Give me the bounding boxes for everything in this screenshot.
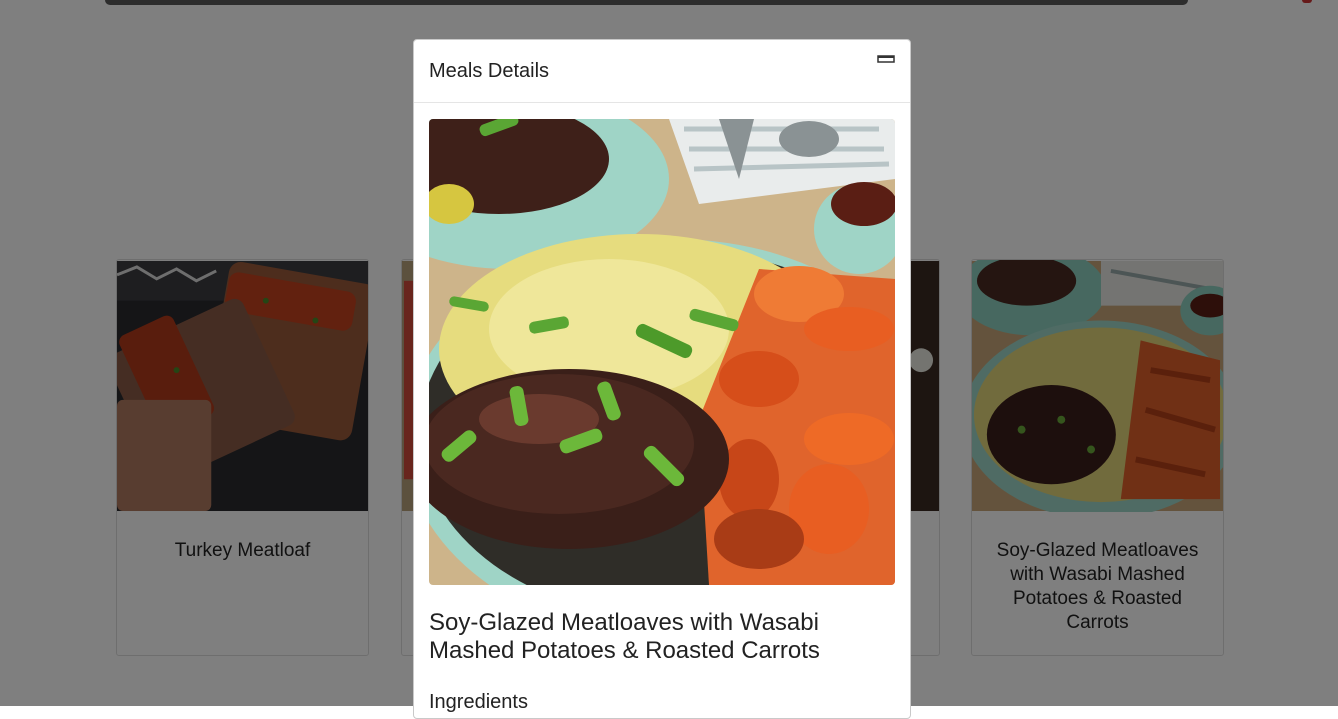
modal-header: Meals Details [414,40,910,103]
modal-body: Soy-Glazed Meatloaves with Wasabi Mashed… [414,103,910,714]
meal-name: Soy-Glazed Meatloaves with Wasabi Mashed… [429,609,820,664]
modal-title: Meals Details [429,60,550,82]
meal-details-modal: Meals Details Soy-Glazed Meatloaves with… [413,39,911,719]
close-icon[interactable] [877,54,895,64]
ingredients-heading: Ingredients [429,691,528,713]
meal-image [429,119,895,585]
